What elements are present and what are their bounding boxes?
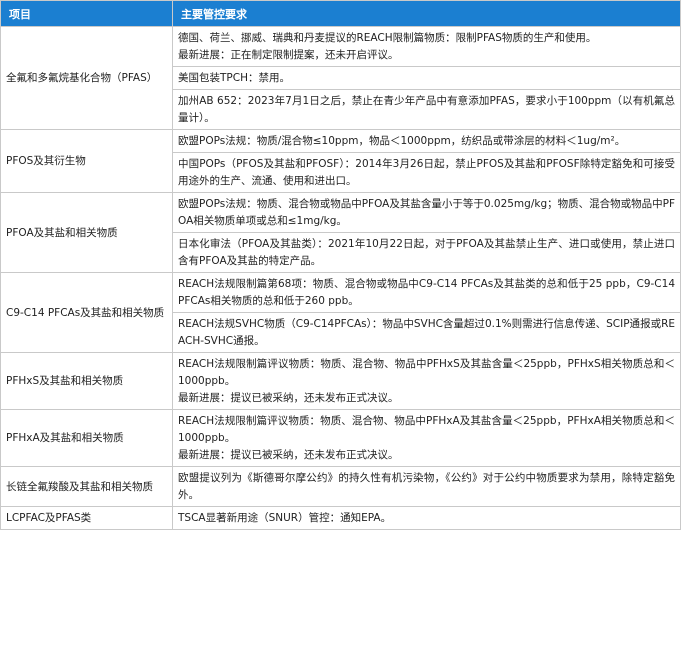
requirement-line: 日本化审法（PFOA及其盐类）：2021年10月22日起，对于PFOA及其盐禁止… <box>178 238 675 267</box>
requirement-line: 欧盟POPs法规：物质/混合物≤10ppm，物品＜1000ppm，纺织品或带涂层… <box>178 135 626 147</box>
table-row: PFHxS及其盐和相关物质 REACH法规限制篇评议物质：物质、混合物、物品中PF… <box>0 352 681 410</box>
regulation-table: 项目 主要管控要求 全氟和多氟烷基化合物（PFAS） 德国、荷兰、挪威、瑞典和丹麦… <box>0 0 681 530</box>
requirement-cell: TSCA显著新用途（SNUR）管控：通知EPA。 <box>172 506 681 530</box>
requirement-cell: 中国POPs（PFOS及其盐和PFOSF）：2014年3月26日起，禁止PFOS… <box>172 152 681 193</box>
requirement-line: 中国POPs（PFOS及其盐和PFOSF）：2014年3月26日起，禁止PFOS… <box>178 158 675 187</box>
requirement-line: 最新进展：正在制定限制提案，还未开启评议。 <box>178 49 399 61</box>
requirement-line: REACH法规限制篇评议物质：物质、混合物、物品中PFHxA及其盐含量＜25pp… <box>178 415 675 444</box>
requirement-line: REACH法规限制篇评议物质：物质、混合物、物品中PFHxS及其盐含量＜25pp… <box>178 358 675 387</box>
requirement-cell: 欧盟POPs法规：物质/混合物≤10ppm，物品＜1000ppm，纺织品或带涂层… <box>172 129 681 153</box>
item-cell: 全氟和多氟烷基化合物（PFAS） <box>0 26 173 130</box>
item-cell: 长链全氟羧酸及其盐和相关物质 <box>0 466 173 507</box>
requirement-line: 德国、荷兰、挪威、瑞典和丹麦提议的REACH限制篇物质：限制PFAS物质的生产和… <box>178 32 597 44</box>
requirement-cell: 欧盟提议列为《斯德哥尔摩公约》的持久性有机污染物，《公约》对于公约中物质要求为禁… <box>172 466 681 507</box>
item-cell: PFHxS及其盐和相关物质 <box>0 352 173 410</box>
table-row: C9-C14 PFCAs及其盐和相关物质 REACH法规限制篇第68项：物质、混合… <box>0 272 681 353</box>
requirement-line: 欧盟POPs法规：物质、混合物或物品中PFOA及其盐含量小于等于0.025mg/… <box>178 198 675 227</box>
table-body: 全氟和多氟烷基化合物（PFAS） 德国、荷兰、挪威、瑞典和丹麦提议的REACH限制… <box>0 26 681 530</box>
table-row: 长链全氟羧酸及其盐和相关物质 欧盟提议列为《斯德哥尔摩公约》的持久性有机污染物，《… <box>0 466 681 507</box>
table-row: 全氟和多氟烷基化合物（PFAS） 德国、荷兰、挪威、瑞典和丹麦提议的REACH限制… <box>0 26 681 130</box>
requirement-line: TSCA显著新用途（SNUR）管控：通知EPA。 <box>178 512 392 524</box>
requirement-cell: 德国、荷兰、挪威、瑞典和丹麦提议的REACH限制篇物质：限制PFAS物质的生产和… <box>172 26 681 67</box>
requirement-cell: 日本化审法（PFOA及其盐类）：2021年10月22日起，对于PFOA及其盐禁止… <box>172 232 681 273</box>
requirement-cell: 美国包装TPCH：禁用。 <box>172 66 681 90</box>
item-cell: LCPFAC及PFAS类 <box>0 506 173 530</box>
item-cell: PFOA及其盐和相关物质 <box>0 192 173 273</box>
requirement-line: 美国包装TPCH：禁用。 <box>178 72 290 84</box>
item-cell: C9-C14 PFCAs及其盐和相关物质 <box>0 272 173 353</box>
requirement-line: 最新进展：提议已被采纳，还未发布正式决议。 <box>178 449 399 461</box>
requirement-cell: REACH法规限制篇第68项：物质、混合物或物品中C9-C14 PFCAs及其盐… <box>172 272 681 313</box>
requirement-cell: 加州AB 652：2023年7月1日之后，禁止在青少年产品中有意添加PFAS，要… <box>172 89 681 130</box>
item-cell: PFHxA及其盐和相关物质 <box>0 409 173 467</box>
requirement-cell: 欧盟POPs法规：物质、混合物或物品中PFOA及其盐含量小于等于0.025mg/… <box>172 192 681 233</box>
requirement-line: 欧盟提议列为《斯德哥尔摩公约》的持久性有机污染物，《公约》对于公约中物质要求为禁… <box>178 472 675 501</box>
table-row: PFOA及其盐和相关物质 欧盟POPs法规：物质、混合物或物品中PFOA及其盐含量… <box>0 192 681 273</box>
requirement-line: REACH法规限制篇第68项：物质、混合物或物品中C9-C14 PFCAs及其盐… <box>178 278 675 307</box>
item-cell: PFOS及其衍生物 <box>0 129 173 193</box>
table-row: LCPFAC及PFAS类 TSCA显著新用途（SNUR）管控：通知EPA。 <box>0 506 681 530</box>
header-requirements: 主要管控要求 <box>172 0 681 27</box>
requirement-line: 最新进展：提议已被采纳，还未发布正式决议。 <box>178 392 399 404</box>
table-row: PFOS及其衍生物 欧盟POPs法规：物质/混合物≤10ppm，物品＜1000pp… <box>0 129 681 193</box>
requirement-cell: REACH法规限制篇评议物质：物质、混合物、物品中PFHxA及其盐含量＜25pp… <box>172 409 681 467</box>
header-row: 项目 主要管控要求 <box>0 0 681 27</box>
header-item: 项目 <box>0 0 173 27</box>
requirement-cell: REACH法规SVHC物质（C9-C14PFCAs）：物品中SVHC含量超过0.… <box>172 312 681 353</box>
table-header: 项目 主要管控要求 <box>0 0 681 27</box>
table-row: PFHxA及其盐和相关物质 REACH法规限制篇评议物质：物质、混合物、物品中PF… <box>0 409 681 467</box>
requirement-cell: REACH法规限制篇评议物质：物质、混合物、物品中PFHxS及其盐含量＜25pp… <box>172 352 681 410</box>
requirement-line: 加州AB 652：2023年7月1日之后，禁止在青少年产品中有意添加PFAS，要… <box>178 95 675 124</box>
requirement-line: REACH法规SVHC物质（C9-C14PFCAs）：物品中SVHC含量超过0.… <box>178 318 675 347</box>
